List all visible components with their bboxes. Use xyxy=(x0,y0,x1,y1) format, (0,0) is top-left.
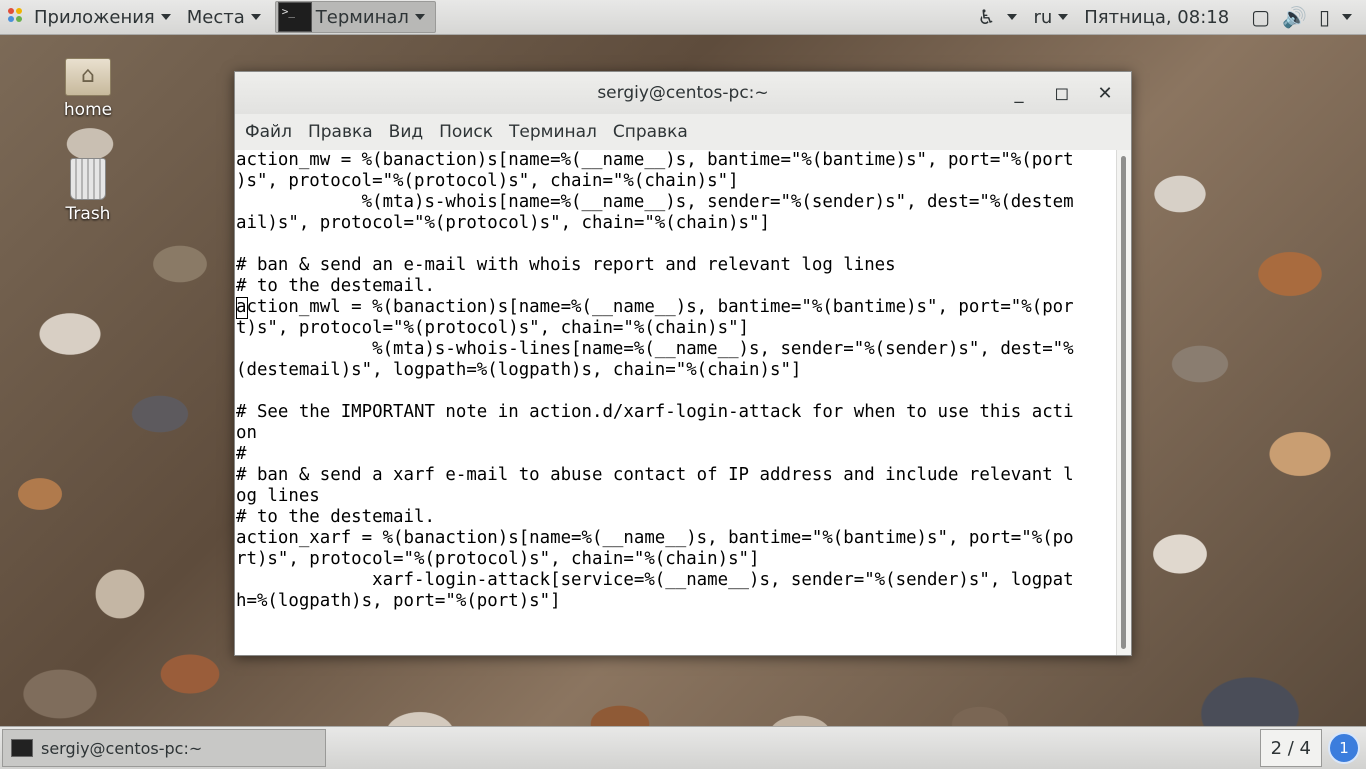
terminal-app-menu[interactable]: Терминал xyxy=(274,1,436,33)
places-menu[interactable]: Места xyxy=(179,0,269,34)
terminal-line: rt)s", protocol="%(protocol)s", chain="%… xyxy=(236,549,760,569)
folder-icon xyxy=(65,58,111,96)
window-titlebar[interactable]: sergiy@centos-pc:~ _ ◻ ✕ xyxy=(235,72,1131,114)
system-status-menu[interactable]: ▢ 🔊 ▯ xyxy=(1237,0,1366,34)
top-panel: Приложения Места Терминал ♿ ru Пятница, … xyxy=(0,0,1366,35)
chevron-down-icon xyxy=(1007,14,1018,20)
notification-badge[interactable]: 1 xyxy=(1328,732,1360,764)
trash-label: Trash xyxy=(65,204,111,224)
accessibility-icon: ♿ xyxy=(977,5,996,29)
terminal-line: (destemail)s", logpath=%(logpath)s, chai… xyxy=(236,360,802,380)
desktop-home-icon[interactable]: home xyxy=(48,58,128,120)
terminal-line: # ban & send a xarf e-mail to abuse cont… xyxy=(236,465,1074,485)
chevron-down-icon xyxy=(250,14,261,20)
trash-icon xyxy=(70,158,106,200)
chevron-down-icon xyxy=(160,14,171,20)
battery-icon: ▯ xyxy=(1318,5,1330,29)
terminal-app-label: Терминал xyxy=(315,6,409,28)
bottom-panel: sergiy@centos-pc:~ 2 / 4 1 xyxy=(0,726,1366,769)
text-cursor xyxy=(236,297,248,319)
language-menu[interactable]: ru xyxy=(1025,0,1076,34)
scrollbar[interactable] xyxy=(1116,150,1131,655)
terminal-line: action_mwl = %(banaction)s[name=%(__name… xyxy=(236,297,1074,317)
terminal-line: # See the IMPORTANT note in action.d/xar… xyxy=(236,402,1074,422)
workspace-switcher[interactable]: 2 / 4 xyxy=(1259,729,1322,767)
clock-label: Пятница, 08:18 xyxy=(1084,6,1230,28)
accessibility-menu[interactable]: ♿ xyxy=(964,0,1026,34)
terminal-line: # ban & send an e-mail with whois report… xyxy=(236,255,896,275)
applications-label: Приложения xyxy=(34,6,155,28)
taskbar-terminal-item[interactable]: sergiy@centos-pc:~ xyxy=(2,729,326,767)
scrollbar-thumb[interactable] xyxy=(1121,156,1126,649)
menu-view[interactable]: Вид xyxy=(381,122,431,142)
home-label: home xyxy=(63,100,113,120)
maximize-button[interactable]: ◻ xyxy=(1046,83,1078,104)
clock[interactable]: Пятница, 08:18 xyxy=(1076,0,1237,34)
terminal-icon xyxy=(11,739,33,757)
display-icon: ▢ xyxy=(1251,5,1271,29)
volume-icon: 🔊 xyxy=(1282,5,1307,29)
menu-file[interactable]: Файл xyxy=(237,122,300,142)
terminal-output[interactable]: action_mw = %(banaction)s[name=%(__name_… xyxy=(235,150,1117,655)
menu-help[interactable]: Справка xyxy=(605,122,696,142)
notification-count: 1 xyxy=(1339,739,1349,757)
applications-icon xyxy=(8,8,26,26)
window-title: sergiy@centos-pc:~ xyxy=(597,83,769,103)
menu-edit[interactable]: Правка xyxy=(300,122,381,142)
minimize-button[interactable]: _ xyxy=(1003,83,1035,104)
terminal-line: # to the destemail. xyxy=(236,276,435,296)
terminal-line: h=%(logpath)s, port="%(port)s"] xyxy=(236,591,561,611)
language-label: ru xyxy=(1033,6,1053,28)
chevron-down-icon xyxy=(1058,14,1069,20)
terminal-line: og lines xyxy=(236,486,320,506)
menu-search[interactable]: Поиск xyxy=(431,122,501,142)
terminal-line: %(mta)s-whois[name=%(__name__)s, sender=… xyxy=(236,192,1074,212)
menu-bar: Файл Правка Вид Поиск Терминал Справка xyxy=(235,114,1131,151)
terminal-line: xarf-login-attack[service=%(__name__)s, … xyxy=(236,570,1074,590)
terminal-line: on xyxy=(236,423,257,443)
desktop-trash-icon[interactable]: Trash xyxy=(48,158,128,224)
terminal-line: action_mw = %(banaction)s[name=%(__name_… xyxy=(236,150,1074,170)
chevron-down-icon xyxy=(414,14,425,20)
chevron-down-icon xyxy=(1342,14,1352,20)
terminal-window: sergiy@centos-pc:~ _ ◻ ✕ Файл Правка Вид… xyxy=(234,71,1132,656)
terminal-line: # to the destemail. xyxy=(236,507,435,527)
taskbar-item-title: sergiy@centos-pc:~ xyxy=(41,738,203,758)
applications-menu[interactable]: Приложения xyxy=(0,0,179,34)
terminal-line: ail)s", protocol="%(protocol)s", chain="… xyxy=(236,213,770,233)
menu-terminal[interactable]: Терминал xyxy=(501,122,605,142)
close-button[interactable]: ✕ xyxy=(1089,83,1121,104)
terminal-line: action_xarf = %(banaction)s[name=%(__nam… xyxy=(236,528,1074,548)
workspace-label: 2 / 4 xyxy=(1270,737,1311,759)
terminal-line: )s", protocol="%(protocol)s", chain="%(c… xyxy=(236,171,739,191)
terminal-line: %(mta)s-whois-lines[name=%(__name__)s, s… xyxy=(236,339,1074,359)
places-label: Места xyxy=(186,6,245,28)
terminal-line: # xyxy=(236,444,247,464)
terminal-icon xyxy=(277,2,312,32)
terminal-line: t)s", protocol="%(protocol)s", chain="%(… xyxy=(236,318,750,338)
